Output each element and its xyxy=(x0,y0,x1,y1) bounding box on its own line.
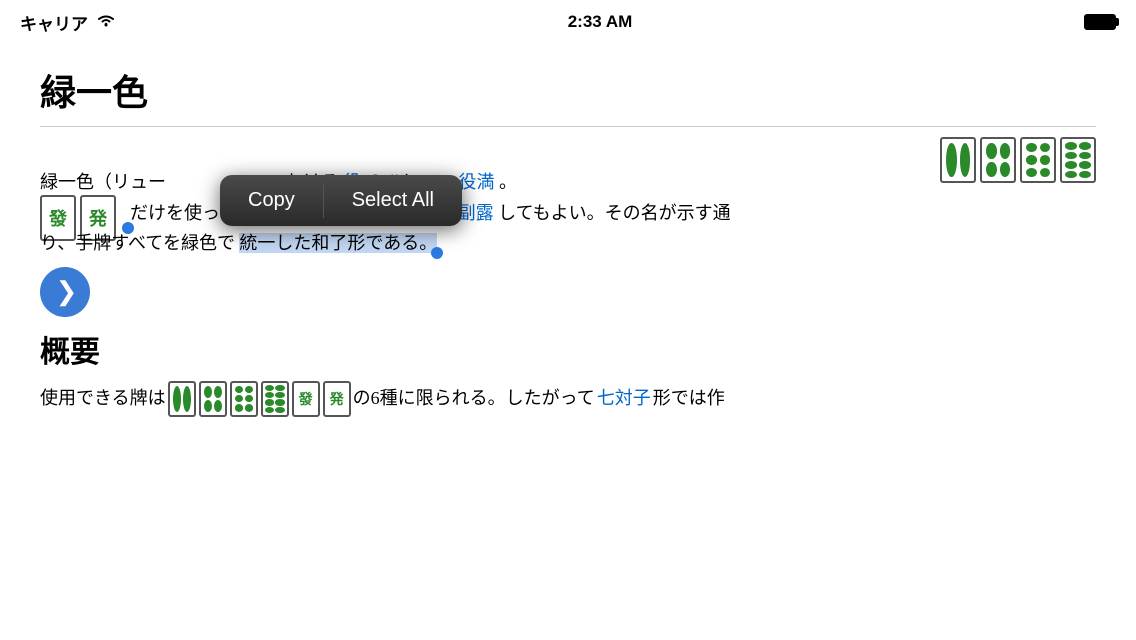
first-paragraph: 緑一色（リュー おける 役 のひとつ。 役満 。 發 発 だけを使って和了ったと… xyxy=(40,167,1096,259)
status-bar: キャリア 2:33 AM xyxy=(0,0,1136,44)
select-all-menu-item[interactable]: Select All xyxy=(324,175,462,226)
page-title-area: 緑一色 xyxy=(0,44,1136,137)
bottom-post: 形では作 xyxy=(653,384,725,413)
bottom-pre: 使用できる牌は xyxy=(40,384,166,413)
time-display: 2:33 AM xyxy=(568,12,633,32)
paragraph-line1: 緑一色（リュー おける 役 のひとつ。 役満 。 xyxy=(40,167,1096,198)
yakuman-link[interactable]: 役満 xyxy=(459,172,495,192)
line2-post: してもよい。その名が示す通 xyxy=(498,203,731,223)
nav-right-icon: ❯ xyxy=(56,276,78,307)
wifi-icon xyxy=(96,12,116,33)
selected-text-span: 統一した和了形である。 xyxy=(239,233,437,253)
status-left: キャリア xyxy=(20,10,116,35)
selection-handle-left xyxy=(122,222,134,234)
tile-sm-hatsu2: 発 xyxy=(323,381,351,417)
carrier-label: キャリア xyxy=(20,10,88,35)
tile-sm-8bamboo xyxy=(261,381,289,417)
context-menu: Copy Select All xyxy=(220,175,462,226)
content-area: Copy Select All 緑一色（リュー おける 役 のひとつ。 役満 。… xyxy=(0,137,1136,437)
tile-sm-6bamboo xyxy=(230,381,258,417)
copy-menu-item[interactable]: Copy xyxy=(220,175,323,226)
page-title: 緑一色 xyxy=(40,64,1096,116)
bottom-tiles-row: 發 発 xyxy=(168,381,351,417)
bottom-mid: の6種に限られる。したがって xyxy=(353,384,595,413)
nav-arrow-button[interactable]: ❯ xyxy=(40,267,90,317)
title-divider xyxy=(40,126,1096,127)
tile-sm-hatsu1: 發 xyxy=(292,381,320,417)
section-heading: 概要 xyxy=(40,327,1096,371)
shichitaishi-link[interactable]: 七対子 xyxy=(597,384,651,413)
selection-handle-right xyxy=(431,247,443,259)
battery-indicator xyxy=(1084,14,1116,30)
intro-text: 緑一色（リュー xyxy=(40,172,166,192)
paragraph-line3-pre: り、手牌すべてを緑色で xyxy=(40,233,235,253)
paragraph-line3-container: り、手牌すべてを緑色で 統一した和了形である。 xyxy=(40,236,437,253)
tile-sm-2bamboo xyxy=(168,381,196,417)
bottom-paragraph: 使用できる牌は xyxy=(40,381,1096,417)
paragraph-line2: だけを使って和了ったときに成立する。 副露 してもよい。その名が示す通 xyxy=(40,198,1096,229)
intro-text4: 。 xyxy=(499,172,517,192)
fukuro-link[interactable]: 副露 xyxy=(458,203,494,223)
tile-sm-4bamboo xyxy=(199,381,227,417)
battery-icon xyxy=(1084,14,1116,30)
